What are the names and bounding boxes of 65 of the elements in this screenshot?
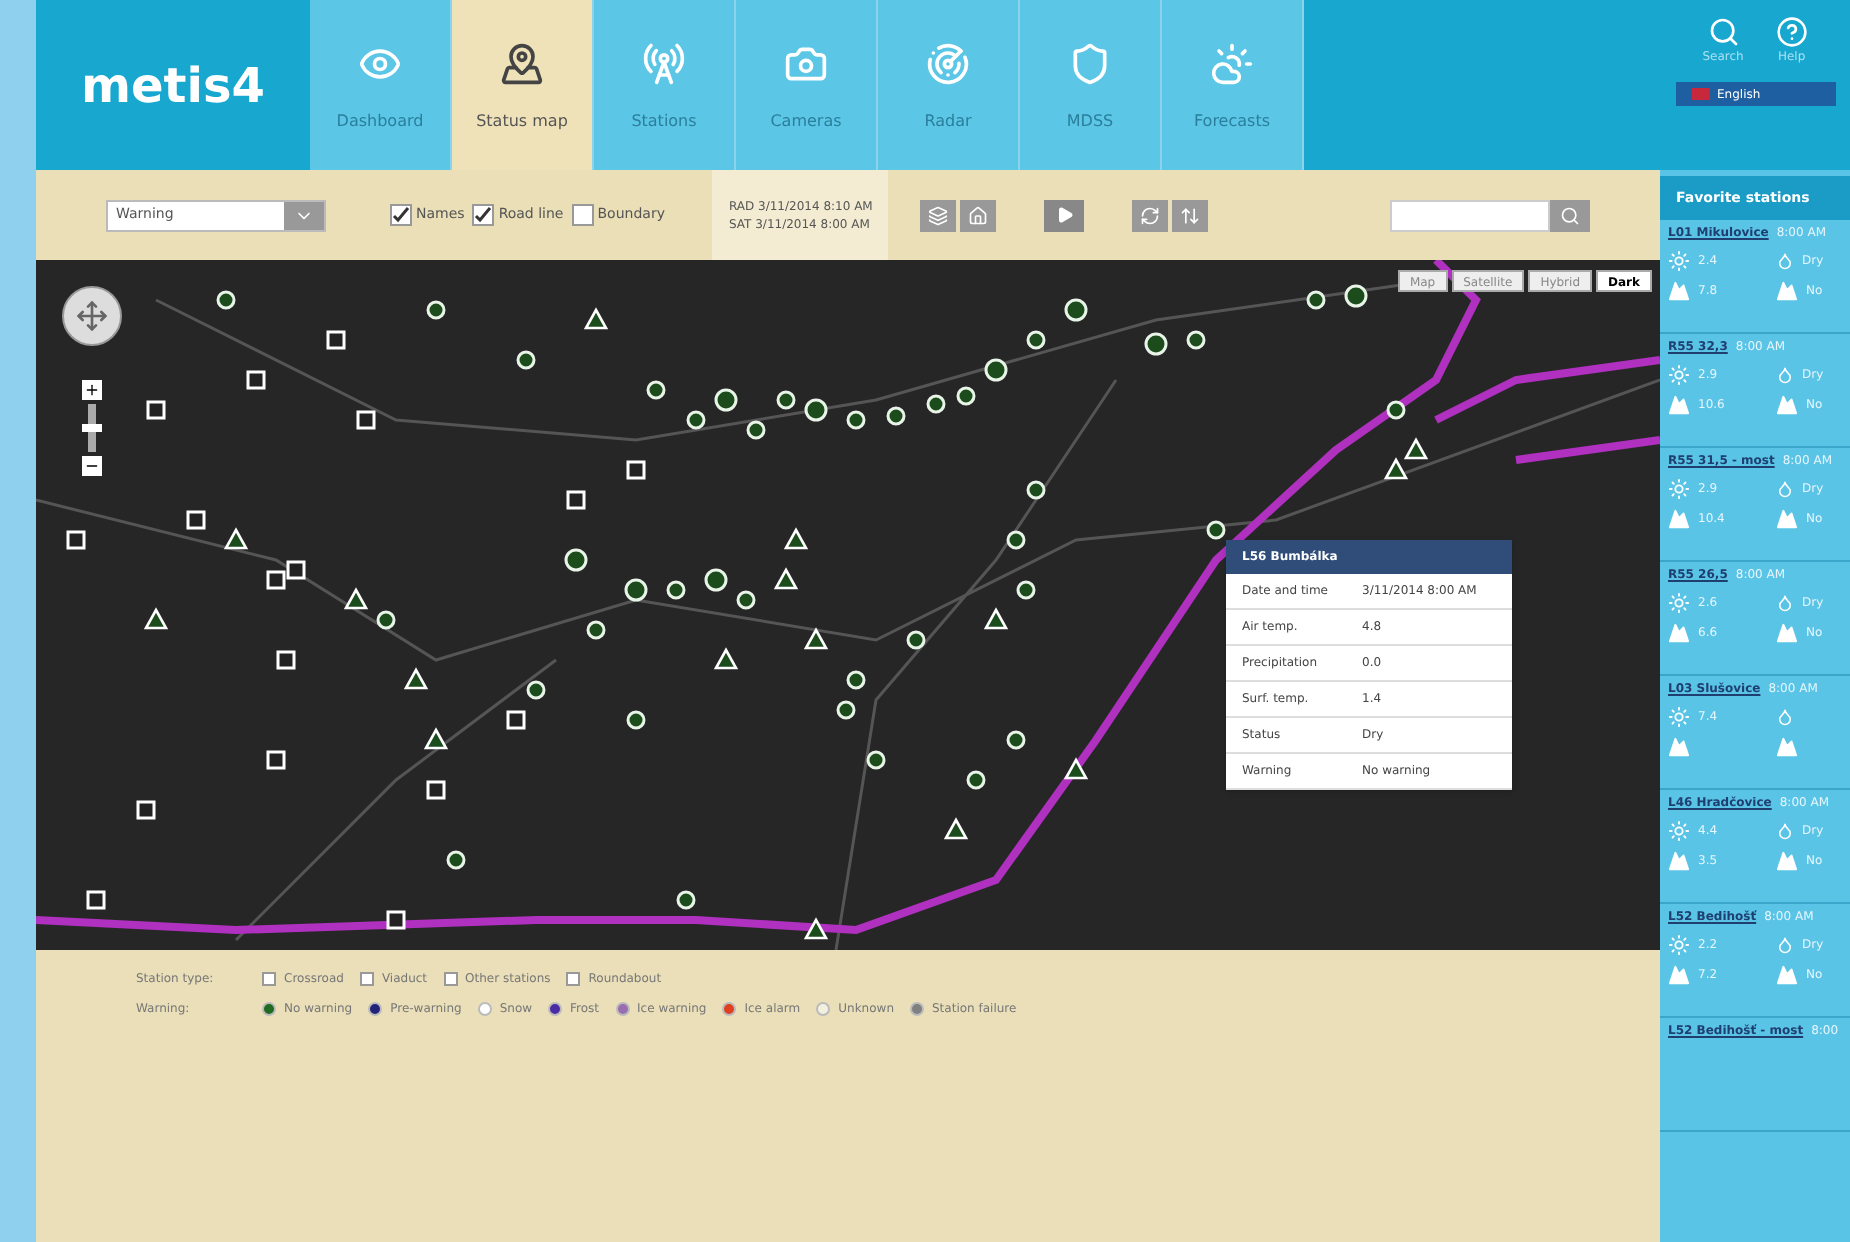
warning-icon <box>1776 622 1798 644</box>
up-down-arrows-icon <box>1180 205 1201 225</box>
sun-icon <box>1668 250 1690 272</box>
search-icon <box>1707 16 1739 48</box>
sort-button[interactable] <box>1172 199 1209 231</box>
sun-icon <box>1668 934 1690 956</box>
checkbox[interactable] <box>472 204 495 226</box>
search-field[interactable] <box>1390 199 1550 231</box>
search-icon <box>1560 205 1580 225</box>
sun-icon <box>1668 478 1690 500</box>
antenna-icon <box>642 42 686 86</box>
road-icon <box>1668 850 1690 872</box>
search-button[interactable] <box>1550 199 1590 231</box>
home-icon <box>968 205 989 225</box>
road-icon <box>1668 622 1690 644</box>
radar-icon <box>926 42 970 86</box>
zoom-slider-thumb[interactable] <box>82 424 102 432</box>
droplet-icon <box>1776 252 1794 270</box>
flag-icon <box>1691 88 1709 100</box>
layers-button[interactable] <box>920 199 957 231</box>
pan-control[interactable] <box>62 286 122 346</box>
droplet-icon <box>1776 936 1794 954</box>
play-button[interactable] <box>1044 199 1085 231</box>
sun-icon <box>1668 706 1690 728</box>
sun-icon <box>1668 364 1690 386</box>
checkbox[interactable] <box>571 204 594 226</box>
checkbox[interactable] <box>390 204 412 226</box>
warning-icon <box>1776 850 1798 872</box>
zoom-in-button[interactable] <box>82 380 102 400</box>
warning-icon <box>1776 394 1798 416</box>
droplet-icon <box>1776 480 1794 498</box>
road-icon <box>1668 394 1690 416</box>
plus-icon <box>84 382 100 398</box>
droplet-icon <box>1776 366 1794 384</box>
help-icon <box>1775 16 1808 48</box>
road-icon <box>1668 508 1690 530</box>
warning-icon <box>1776 964 1798 986</box>
sun-icon <box>1668 592 1690 614</box>
shield-icon <box>1068 42 1112 86</box>
home-button[interactable] <box>960 199 997 231</box>
logo: metis4 <box>79 55 267 117</box>
station-type-icon <box>359 972 374 986</box>
road-icon <box>1668 964 1690 986</box>
move-arrows-icon <box>76 300 108 332</box>
play-icon <box>1055 206 1074 224</box>
droplet-icon <box>1776 594 1794 612</box>
warning-icon <box>1776 736 1798 758</box>
road-icon <box>1668 736 1690 758</box>
station-type-icon <box>566 972 581 986</box>
warning-icon <box>1776 508 1798 530</box>
droplet-icon <box>1776 708 1794 726</box>
camera-icon <box>784 42 828 86</box>
refresh-button[interactable] <box>1132 199 1169 231</box>
nav-tab[interactable]: Status map <box>452 0 594 170</box>
station-type-icon <box>443 972 458 986</box>
map-pin-icon <box>500 42 544 86</box>
warning-icon <box>1776 280 1798 302</box>
cloud-sun-icon <box>1210 42 1254 86</box>
refresh-icon <box>1140 205 1161 225</box>
station-type-icon <box>262 972 276 986</box>
layers-icon <box>928 205 949 225</box>
sun-icon <box>1668 820 1690 842</box>
droplet-icon <box>1776 822 1794 840</box>
zoom-out-button[interactable] <box>82 456 102 476</box>
road-icon <box>1668 280 1690 302</box>
